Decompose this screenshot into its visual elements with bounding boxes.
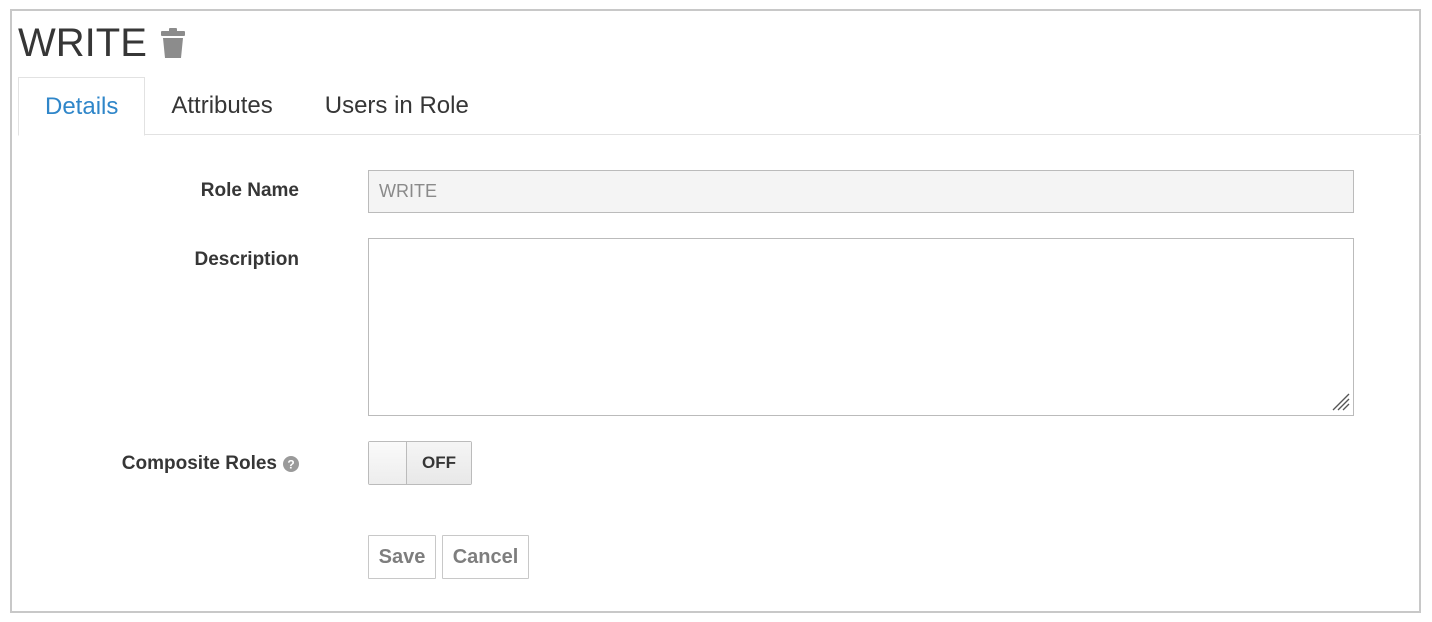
toggle-state-label: OFF <box>407 442 471 484</box>
tab-attributes[interactable]: Attributes <box>145 77 298 135</box>
role-name-field[interactable]: WRITE <box>368 170 1354 213</box>
save-button[interactable]: Save <box>368 535 436 579</box>
title-row: WRITE <box>18 17 187 69</box>
svg-text:?: ? <box>287 458 294 472</box>
composite-roles-label-text: Composite Roles <box>121 453 277 474</box>
tab-details[interactable]: Details <box>18 77 146 136</box>
trash-icon[interactable] <box>159 26 187 60</box>
question-circle-icon[interactable]: ? <box>283 456 299 472</box>
role-name-label-text: Role Name <box>200 180 299 201</box>
description-label: Description <box>194 247 299 273</box>
composite-roles-label: Composite Roles ? <box>122 451 299 477</box>
role-name-label: Role Name <box>201 178 299 204</box>
toggle-knob <box>369 442 407 484</box>
description-label-text: Description <box>194 249 299 270</box>
page-title: WRITE <box>18 21 147 65</box>
resize-grip-icon[interactable] <box>1330 391 1350 411</box>
role-details-panel: WRITE Details Attributes Users in Role R… <box>10 9 1421 613</box>
composite-roles-toggle[interactable]: OFF <box>368 441 472 485</box>
cancel-button[interactable]: Cancel <box>442 535 529 579</box>
tab-bar: Details Attributes Users in Role <box>18 77 1421 136</box>
description-field[interactable] <box>368 238 1354 416</box>
tab-users-in-role[interactable]: Users in Role <box>299 77 495 135</box>
